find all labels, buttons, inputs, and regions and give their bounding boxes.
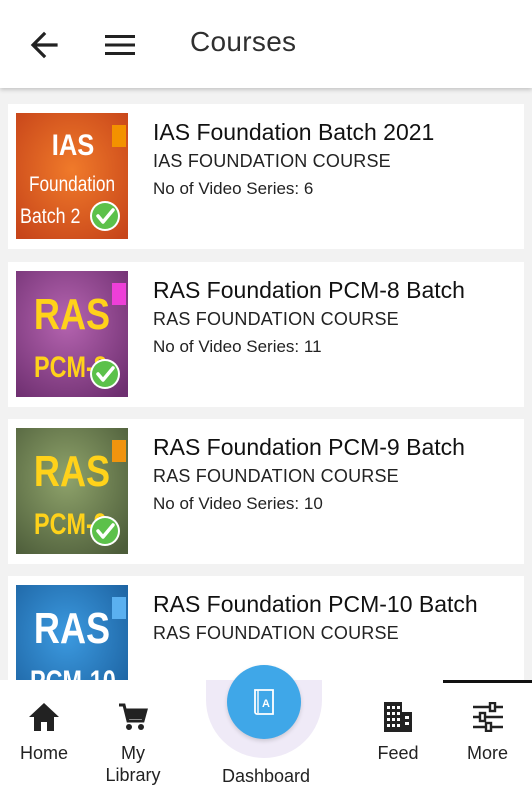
sliders-icon	[472, 702, 503, 732]
nav-more[interactable]: More	[443, 680, 532, 800]
course-list[interactable]: IAS Foundation Batch 2 IAS Foundation Ba…	[0, 104, 532, 680]
shopping-cart-icon	[119, 703, 148, 730]
course-info: RAS Foundation PCM-10 Batch RAS FOUNDATI…	[153, 590, 513, 644]
hamburger-menu-icon	[105, 35, 135, 55]
course-title: RAS Foundation PCM-8 Batch	[153, 277, 465, 303]
course-subtitle: RAS FOUNDATION COURSE	[153, 466, 399, 486]
back-button[interactable]	[24, 28, 64, 62]
nav-my-library[interactable]: My Library	[98, 680, 168, 800]
check-icon	[90, 359, 120, 389]
nav-dashboard-label[interactable]: Dashboard	[206, 766, 326, 787]
page-title: Courses	[190, 26, 297, 57]
menu-button[interactable]	[100, 28, 140, 62]
nav-home[interactable]: Home	[14, 680, 74, 800]
nav-library-label: My Library	[105, 743, 161, 785]
nav-more-label: More	[466, 743, 508, 763]
course-info: RAS Foundation PCM-8 Batch RAS FOUNDATIO…	[153, 276, 513, 358]
thumb-line-1: IAS	[52, 128, 94, 161]
course-info: RAS Foundation PCM-9 Batch RAS FOUNDATIO…	[153, 433, 513, 515]
course-thumbnail: RAS PCM-9	[16, 428, 128, 554]
svg-text:A: A	[262, 698, 270, 710]
book-icon: A	[254, 689, 274, 715]
video-series-count: No of Video Series: 6	[153, 179, 314, 198]
course-subtitle: RAS FOUNDATION COURSE	[153, 623, 399, 643]
nav-home-label: Home	[19, 743, 68, 763]
app-header: Courses	[0, 0, 532, 88]
course-thumbnail: IAS Foundation Batch 2	[16, 113, 128, 239]
thumb-line-1: RAS	[34, 447, 110, 496]
arrow-left-icon	[30, 31, 58, 59]
thumb-line-2: PCM-10	[30, 664, 116, 680]
thumb-line-3: Batch 2	[20, 205, 80, 229]
course-card-ias-2021[interactable]: IAS Foundation Batch 2 IAS Foundation Ba…	[8, 104, 524, 249]
course-title: RAS Foundation PCM-9 Batch	[153, 434, 465, 460]
video-series-count: No of Video Series: 11	[153, 337, 322, 356]
course-card-ras-pcm8[interactable]: RAS PCM-8 RAS Foundation PCM-8 Batch RAS…	[8, 262, 524, 407]
course-subtitle: RAS FOUNDATION COURSE	[153, 309, 399, 329]
course-title: RAS Foundation PCM-10 Batch	[153, 591, 478, 617]
thumb-line-1: RAS	[34, 290, 110, 339]
thumb-line-1: RAS	[34, 604, 110, 653]
video-series-count: No of Video Series: 10	[153, 494, 323, 513]
course-subtitle: IAS FOUNDATION COURSE	[153, 151, 391, 171]
nav-feed-label: Feed	[377, 743, 419, 763]
dashboard-fab[interactable]: A	[227, 665, 301, 739]
check-icon	[90, 516, 120, 546]
check-icon	[90, 201, 120, 231]
course-title: IAS Foundation Batch 2021	[153, 119, 435, 145]
home-icon	[29, 703, 59, 731]
course-thumbnail: RAS PCM-8	[16, 271, 128, 397]
nav-feed[interactable]: Feed	[368, 680, 428, 800]
course-card-ras-pcm9[interactable]: RAS PCM-9 RAS Foundation PCM-9 Batch RAS…	[8, 419, 524, 564]
course-thumbnail: RAS PCM-10	[16, 585, 128, 680]
course-info: IAS Foundation Batch 2021 IAS FOUNDATION…	[153, 118, 513, 200]
building-icon	[384, 702, 412, 732]
thumb-line-2: Foundation	[29, 174, 115, 197]
